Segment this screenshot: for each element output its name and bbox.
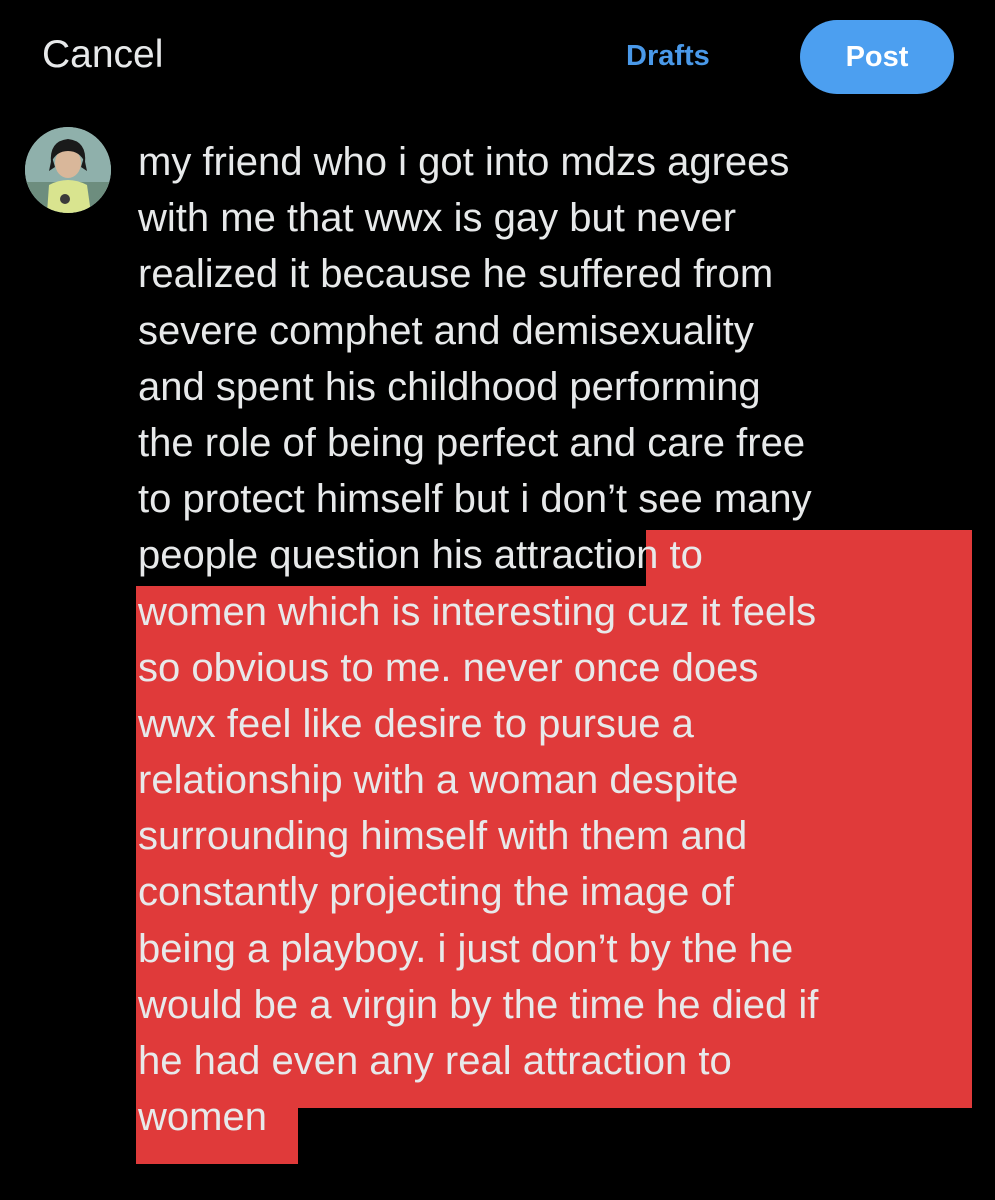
compose-line: severe comphet and demisexuality [138,308,754,353]
compose-line: women which is interesting cuz it feels [138,589,817,634]
compose-line: to protect himself but i don’t see many [138,477,812,522]
compose-line: surrounding himself with them and [138,814,748,859]
drafts-button[interactable]: Drafts [626,40,710,73]
compose-line: people question his attraction to [138,533,703,578]
avatar[interactable] [25,127,111,213]
compose-line: wwx feel like desire to pursue a [138,701,694,746]
compose-line: being a playboy. i just don’t by the he [138,926,794,971]
cancel-button[interactable]: Cancel [42,33,163,77]
compose-line: so obvious to me. never once does [138,645,759,690]
compose-line: he had even any real attraction to [138,1039,732,1083]
compose-line: and spent his childhood performing [138,364,761,409]
compose-header: Cancel Drafts Post [0,0,995,110]
compose-line: women [138,1095,267,1140]
avatar-image [25,127,111,213]
compose-line: the role of being perfect and care free [138,420,806,465]
compose-line: would be a virgin by the time he died if [138,982,819,1027]
compose-line: realized it because he suffered from [138,252,774,297]
compose-line: my friend who i got into mdzs agrees [138,140,790,184]
compose-line: constantly projecting the image of [138,870,734,915]
tweet-compose-text[interactable]: my friend who i got into mdzs agrees wit… [138,134,978,1145]
post-button[interactable]: Post [800,20,954,94]
compose-line: relationship with a woman despite [138,758,739,803]
compose-line: with me that wwx is gay but never [138,196,737,241]
